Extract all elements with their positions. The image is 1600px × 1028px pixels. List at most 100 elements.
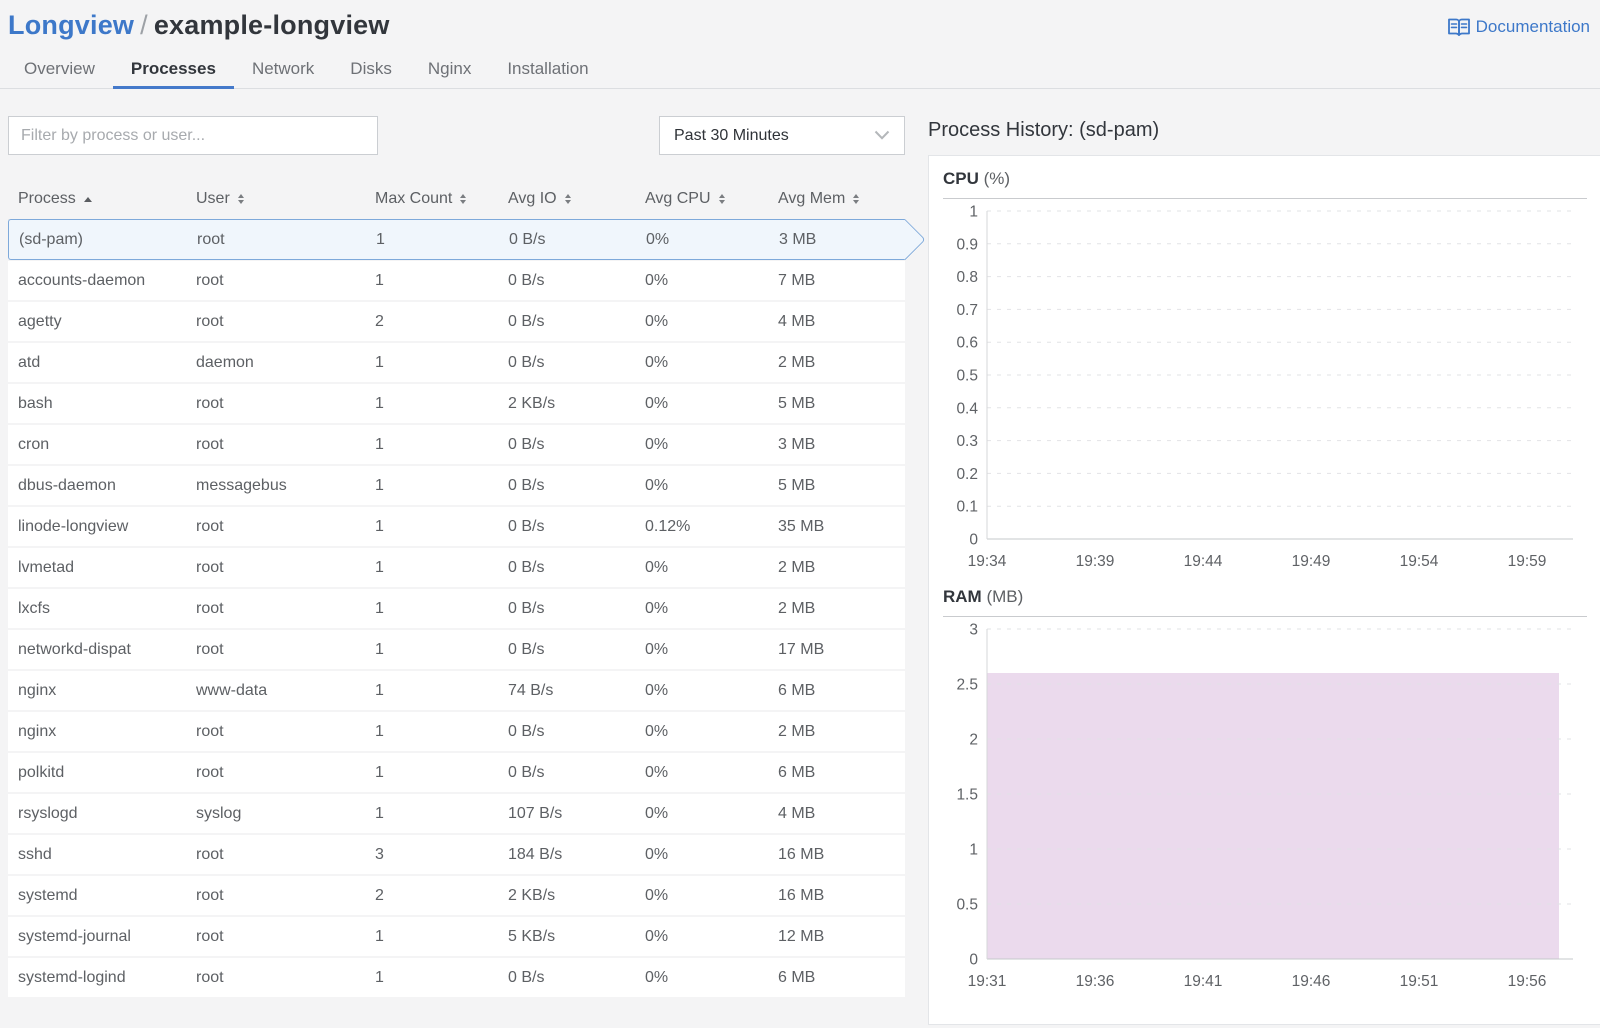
cell-user: root bbox=[196, 517, 224, 535]
cell-avg-io: 2 KB/s bbox=[508, 886, 556, 904]
cell-max-count: 1 bbox=[376, 230, 385, 248]
cell-avg-mem: 3 MB bbox=[778, 435, 816, 453]
column-header-avg-io[interactable]: Avg IO bbox=[498, 190, 635, 208]
controls-row: Past 30 Minutes bbox=[8, 116, 905, 155]
cell-avg-mem: 12 MB bbox=[778, 927, 825, 945]
cell-avg-cpu: 0% bbox=[645, 271, 669, 289]
tab-overview[interactable]: Overview bbox=[6, 50, 113, 88]
breadcrumb-separator: / bbox=[140, 10, 148, 40]
column-header-avg-mem[interactable]: Avg Mem bbox=[768, 190, 905, 208]
svg-text:0.4: 0.4 bbox=[956, 400, 978, 417]
table-row[interactable]: systemd-journal root 1 5 KB/s 0% 12 MB bbox=[8, 917, 905, 956]
table-row[interactable]: polkitd root 1 0 B/s 0% 6 MB bbox=[8, 753, 905, 792]
svg-text:0: 0 bbox=[969, 532, 978, 549]
table-row[interactable]: nginx www-data 1 74 B/s 0% 6 MB bbox=[8, 671, 905, 710]
cell-avg-mem: 2 MB bbox=[778, 558, 816, 576]
cell-user: root bbox=[196, 640, 224, 658]
table-row[interactable]: agetty root 2 0 B/s 0% 4 MB bbox=[8, 302, 905, 341]
documentation-link[interactable]: Documentation bbox=[1446, 16, 1590, 38]
process-filter-input[interactable] bbox=[8, 116, 378, 155]
table-row[interactable]: sshd root 3 184 B/s 0% 16 MB bbox=[8, 835, 905, 874]
cell-avg-io: 0 B/s bbox=[508, 312, 545, 330]
cell-user: root bbox=[196, 927, 224, 945]
column-header-process[interactable]: Process bbox=[8, 190, 186, 208]
cell-avg-io: 0 B/s bbox=[508, 271, 545, 289]
charts-container: CPU (%) 0 0.1 0.2 0.3 0.4 0.5 0.6 0.7 0.8 0.9 1 19:… bbox=[928, 155, 1600, 1025]
table-row[interactable]: dbus-daemon messagebus 1 0 B/s 0% 5 MB bbox=[8, 466, 905, 505]
cell-avg-cpu: 0% bbox=[646, 230, 670, 248]
table-row[interactable]: linode-longview root 1 0 B/s 0.12% 35 MB bbox=[8, 507, 905, 546]
table-row[interactable]: networkd-dispat root 1 0 B/s 0% 17 MB bbox=[8, 630, 905, 669]
cell-user: root bbox=[196, 886, 224, 904]
table-row[interactable]: accounts-daemon root 1 0 B/s 0% 7 MB bbox=[8, 261, 905, 300]
column-header-max-count[interactable]: Max Count bbox=[365, 190, 498, 208]
cell-user: root bbox=[196, 394, 224, 412]
cell-avg-mem: 16 MB bbox=[778, 845, 825, 863]
cell-process: networkd-dispat bbox=[18, 640, 131, 658]
cell-avg-cpu: 0% bbox=[645, 599, 669, 617]
cell-max-count: 1 bbox=[375, 517, 384, 535]
table-row[interactable]: atd daemon 1 0 B/s 0% 2 MB bbox=[8, 343, 905, 382]
table-row[interactable]: nginx root 1 0 B/s 0% 2 MB bbox=[8, 712, 905, 751]
table-row[interactable]: (sd-pam) root 1 0 B/s 0% 3 MB bbox=[8, 219, 925, 260]
cell-max-count: 2 bbox=[375, 886, 384, 904]
cpu-chart-title: CPU (%) bbox=[943, 169, 1587, 199]
sort-icon bbox=[564, 194, 571, 204]
book-icon bbox=[1446, 16, 1472, 38]
cell-avg-io: 0 B/s bbox=[509, 230, 546, 248]
cell-avg-io: 74 B/s bbox=[508, 681, 554, 699]
cell-user: www-data bbox=[196, 681, 268, 699]
cell-process: nginx bbox=[18, 681, 57, 699]
svg-text:2: 2 bbox=[969, 732, 978, 749]
cell-avg-mem: 5 MB bbox=[778, 476, 816, 494]
svg-text:0: 0 bbox=[969, 952, 978, 969]
table-row[interactable]: lvmetad root 1 0 B/s 0% 2 MB bbox=[8, 548, 905, 587]
time-range-select[interactable]: Past 30 Minutes bbox=[659, 116, 905, 155]
table-row[interactable]: systemd root 2 2 KB/s 0% 16 MB bbox=[8, 876, 905, 915]
cpu-chart: 0 0.1 0.2 0.3 0.4 0.5 0.6 0.7 0.8 0.9 1 19:34 19:39 1… bbox=[956, 204, 1573, 570]
cell-avg-cpu: 0% bbox=[645, 681, 669, 699]
cell-avg-cpu: 0% bbox=[645, 845, 669, 863]
svg-text:1: 1 bbox=[969, 204, 978, 221]
table-row[interactable]: cron root 1 0 B/s 0% 3 MB bbox=[8, 425, 905, 464]
cell-max-count: 1 bbox=[375, 353, 384, 371]
svg-text:19:59: 19:59 bbox=[1508, 553, 1547, 570]
svg-text:0.2: 0.2 bbox=[956, 466, 978, 483]
cell-max-count: 1 bbox=[375, 476, 384, 494]
column-header-user[interactable]: User bbox=[186, 190, 365, 208]
column-header-avg-cpu[interactable]: Avg CPU bbox=[635, 190, 768, 208]
tab-network[interactable]: Network bbox=[234, 50, 332, 88]
cell-avg-mem: 17 MB bbox=[778, 640, 825, 658]
tab-disks[interactable]: Disks bbox=[332, 50, 410, 88]
cell-process: cron bbox=[18, 435, 50, 453]
tab-installation[interactable]: Installation bbox=[489, 50, 606, 88]
sort-icon bbox=[853, 194, 860, 204]
table-row[interactable]: rsyslogd syslog 1 107 B/s 0% 4 MB bbox=[8, 794, 905, 833]
breadcrumb-app-link[interactable]: Longview bbox=[8, 10, 134, 40]
process-history-panel: Process History: (sd-pam) CPU (%) 0 0.1 0.… bbox=[928, 89, 1600, 1025]
cell-avg-cpu: 0% bbox=[645, 476, 669, 494]
cell-process: nginx bbox=[18, 722, 57, 740]
cell-user: root bbox=[196, 558, 224, 576]
breadcrumb-instance: example-longview bbox=[153, 10, 390, 40]
svg-text:19:36: 19:36 bbox=[1076, 973, 1115, 990]
tab-processes[interactable]: Processes bbox=[112, 50, 235, 89]
process-table: Process User Max Count Avg IO Avg CPU Av… bbox=[8, 179, 925, 997]
cell-avg-io: 0 B/s bbox=[508, 640, 545, 658]
cell-max-count: 1 bbox=[375, 763, 384, 781]
svg-text:19:41: 19:41 bbox=[1184, 973, 1223, 990]
cell-avg-io: 0 B/s bbox=[508, 435, 545, 453]
cell-avg-mem: 2 MB bbox=[778, 722, 816, 740]
cell-avg-mem: 2 MB bbox=[778, 353, 816, 371]
table-row[interactable]: lxcfs root 1 0 B/s 0% 2 MB bbox=[8, 589, 905, 628]
cell-user: syslog bbox=[196, 804, 242, 822]
documentation-label: Documentation bbox=[1475, 17, 1590, 36]
table-row[interactable]: systemd-logind root 1 0 B/s 0% 6 MB bbox=[8, 958, 905, 997]
svg-text:0.5: 0.5 bbox=[956, 897, 978, 914]
table-row[interactable]: bash root 1 2 KB/s 0% 5 MB bbox=[8, 384, 905, 423]
cell-max-count: 3 bbox=[375, 845, 384, 863]
tab-nginx[interactable]: Nginx bbox=[410, 50, 489, 88]
svg-text:19:54: 19:54 bbox=[1400, 553, 1439, 570]
cell-user: daemon bbox=[196, 353, 254, 371]
svg-text:19:56: 19:56 bbox=[1508, 973, 1547, 990]
